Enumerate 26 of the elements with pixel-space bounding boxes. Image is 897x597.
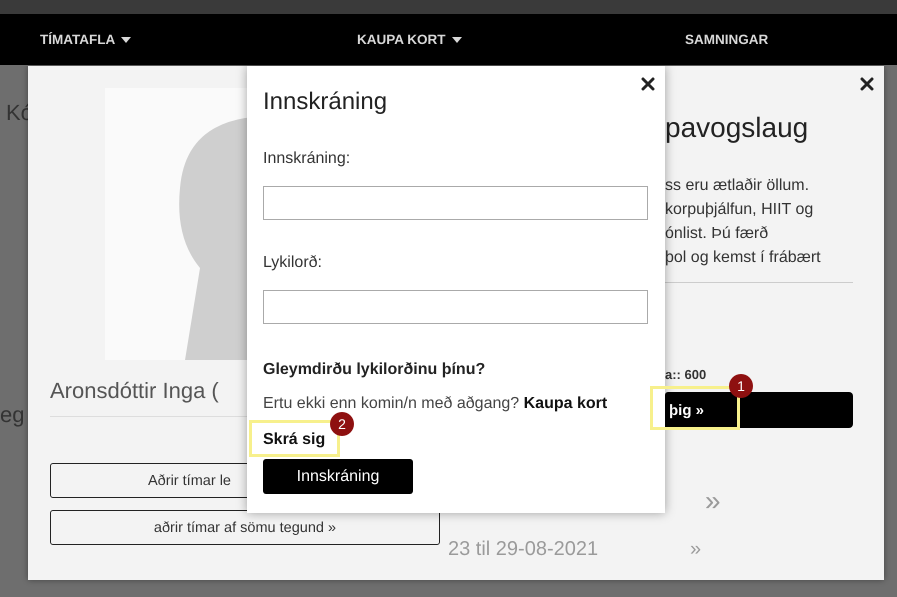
description-line: ss eru ætlaðir öllum. bbox=[665, 176, 810, 196]
description-line: korpuþjálfun, HIIT og bbox=[665, 200, 814, 220]
close-icon[interactable] bbox=[860, 77, 874, 91]
nav-item[interactable]: TÍMATAFLA bbox=[40, 32, 132, 47]
no-account-text: Ertu ekki enn komin/n með aðgang? Kaupa kort bbox=[263, 395, 608, 413]
nav-item[interactable]: KAUPA KORT bbox=[357, 32, 462, 47]
buy-card-link[interactable]: Kaupa kort bbox=[524, 395, 608, 412]
other-classes-button[interactable]: aðrir tímar af sömu tegund » bbox=[50, 510, 440, 545]
calories-info: a:: 600 bbox=[665, 367, 708, 382]
dialog-title: Innskráning bbox=[263, 88, 388, 116]
password-field[interactable] bbox=[263, 290, 648, 324]
forgot-password-text: Gleymdirðu lykilorðinu þínu? bbox=[263, 361, 486, 379]
description-line: þol og kemst í frábært bbox=[665, 248, 822, 268]
week-range: 23 til 29-08-2021 bbox=[448, 538, 598, 561]
username-field[interactable] bbox=[263, 186, 648, 220]
nav-item[interactable]: SAMNINGAR bbox=[685, 32, 768, 47]
password-label: Lykilorð: bbox=[263, 254, 323, 272]
instructor-name: Aronsdóttir Inga ( bbox=[50, 378, 219, 404]
description-line: ónlist. Þú færð bbox=[665, 224, 770, 244]
username-label: Innskráning: bbox=[263, 150, 352, 168]
page-text: eg bbox=[0, 402, 24, 428]
class-title: pavogslaug bbox=[665, 112, 810, 144]
close-icon[interactable] bbox=[641, 77, 655, 91]
login-button[interactable]: Innskráning bbox=[263, 459, 413, 494]
signup-button[interactable]: þig » bbox=[665, 392, 853, 428]
register-link[interactable]: Skrá sig bbox=[263, 431, 326, 449]
